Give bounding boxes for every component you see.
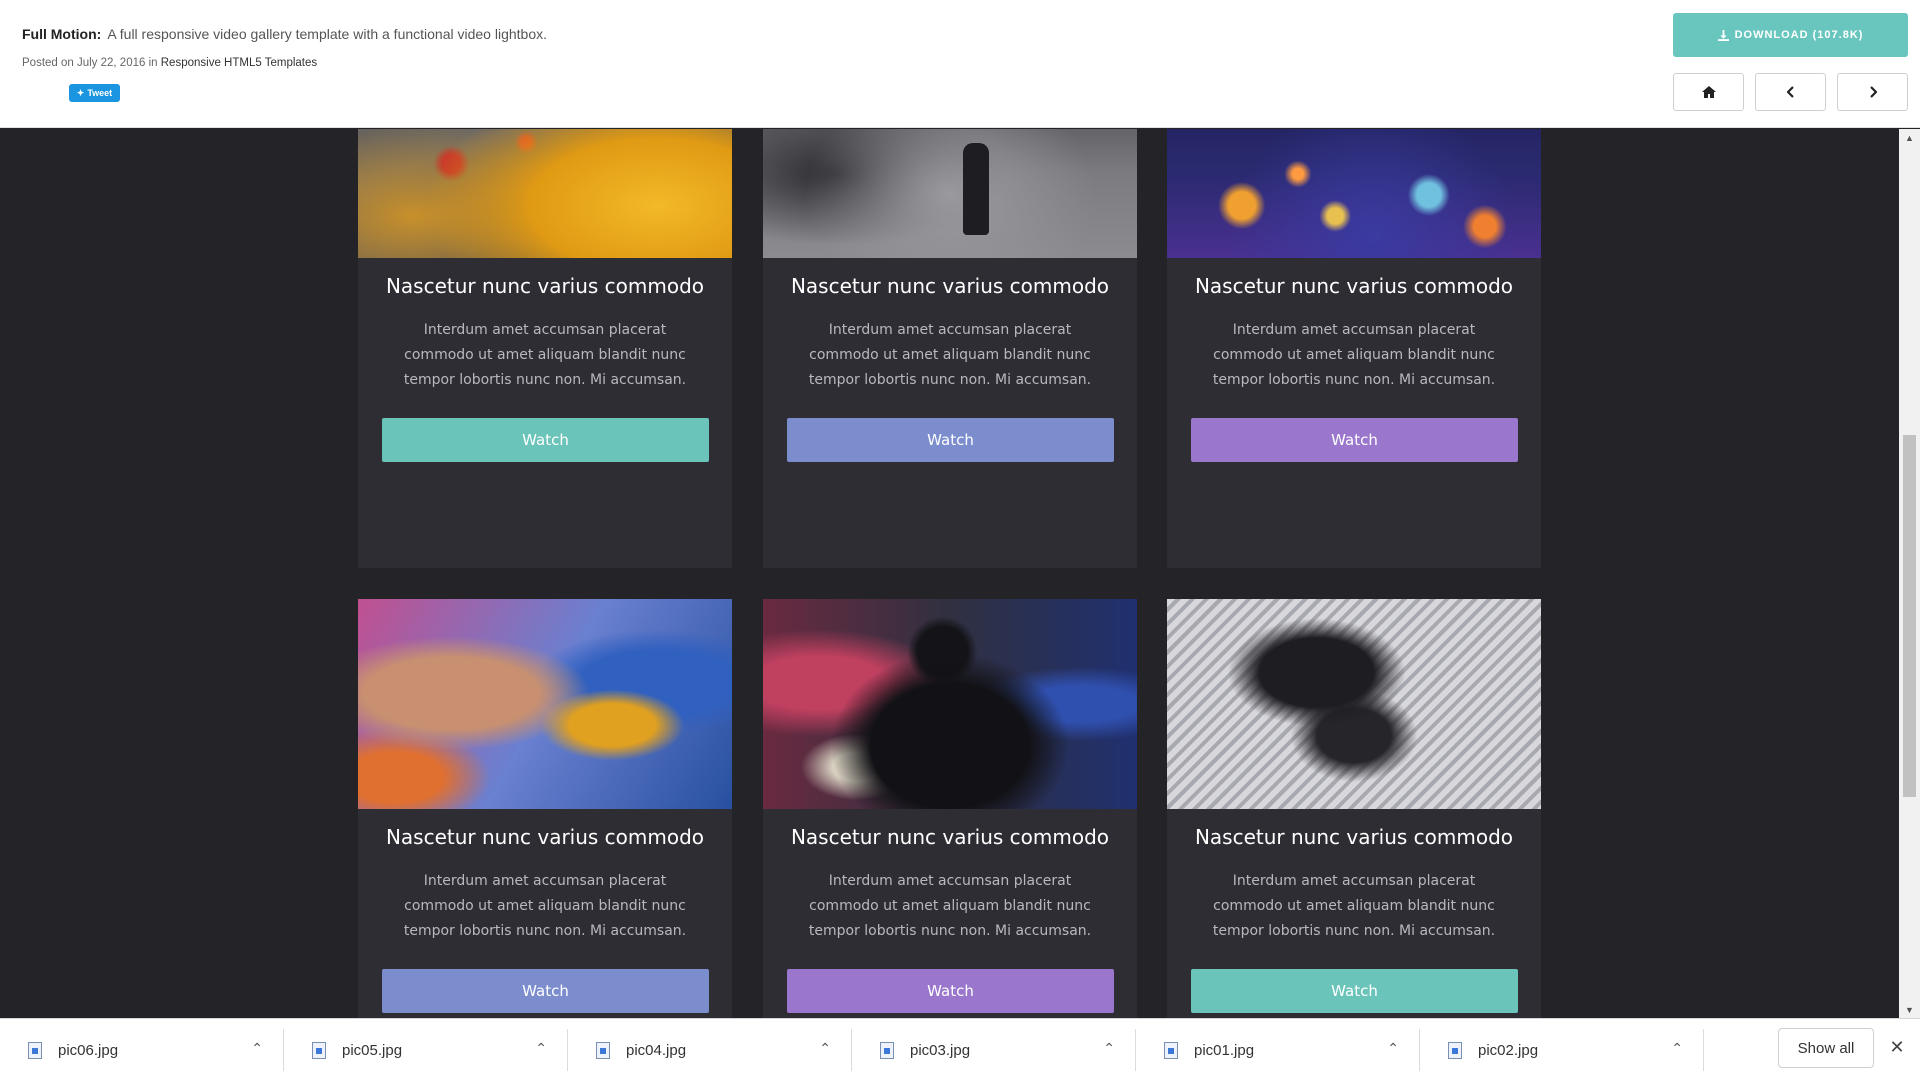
watch-button[interactable]: Watch (787, 418, 1114, 462)
gallery-card: Nascetur nunc varius commodo Interdum am… (358, 599, 732, 1018)
download-label: DOWNLOAD (107.8K) (1734, 29, 1864, 41)
card-title: Nascetur nunc varius commodo (385, 825, 705, 849)
image-file-icon (880, 1041, 894, 1059)
card-title: Nascetur nunc varius commodo (1194, 274, 1514, 298)
scrollbar-thumb[interactable] (1903, 435, 1916, 797)
card-title: Nascetur nunc varius commodo (1194, 825, 1514, 849)
download-filename: pic04.jpg (626, 1041, 687, 1059)
card-description: Interdum amet accumsan placerat commodo … (1212, 873, 1496, 939)
tweet-button[interactable]: ✦ Tweet (69, 84, 120, 102)
card-description: Interdum amet accumsan placerat commodo … (808, 322, 1092, 388)
gallery-card: Nascetur nunc varius commodo Interdum am… (763, 599, 1137, 1018)
video-thumbnail[interactable] (1167, 129, 1541, 258)
chevron-up-icon[interactable]: ⌃ (251, 1040, 263, 1057)
chevron-up-icon[interactable]: ⌃ (1671, 1040, 1683, 1057)
download-item[interactable]: pic05.jpg ⌃ (284, 1029, 568, 1071)
previous-button[interactable] (1755, 73, 1826, 111)
image-file-icon (312, 1041, 326, 1059)
close-icon[interactable]: ✕ (1885, 1035, 1909, 1059)
scroll-down-arrow-icon[interactable]: ▼ (1899, 1001, 1920, 1018)
twitter-bird-icon: ✦ (76, 87, 85, 98)
chevron-up-icon[interactable]: ⌃ (535, 1040, 547, 1057)
download-filename: pic03.jpg (910, 1041, 971, 1059)
show-all-button[interactable]: Show all (1778, 1028, 1874, 1068)
download-item[interactable]: pic04.jpg ⌃ (568, 1029, 852, 1071)
watch-button[interactable]: Watch (787, 969, 1114, 1013)
scroll-up-arrow-icon[interactable]: ▲ (1899, 129, 1920, 146)
download-shelf: pic06.jpg ⌃ pic05.jpg ⌃ pic04.jpg ⌃ pic0… (0, 1018, 1920, 1080)
download-filename: pic02.jpg (1478, 1041, 1539, 1059)
home-icon (1701, 86, 1716, 98)
posted-date: Posted on July 22, 2016 in (22, 57, 158, 69)
download-filename: pic06.jpg (58, 1041, 119, 1059)
image-file-icon (1164, 1041, 1178, 1059)
card-description: Interdum amet accumsan placerat commodo … (403, 873, 687, 939)
card-description: Interdum amet accumsan placerat commodo … (808, 873, 1092, 939)
watch-button[interactable]: Watch (382, 418, 709, 462)
video-thumbnail[interactable] (763, 129, 1137, 258)
template-header: Full Motion: A full responsive video gall… (0, 0, 1920, 128)
watch-button[interactable]: Watch (1191, 969, 1518, 1013)
image-file-icon (28, 1041, 42, 1059)
image-file-icon (596, 1041, 610, 1059)
watch-button[interactable]: Watch (1191, 418, 1518, 462)
chevron-right-icon (1869, 86, 1877, 98)
watch-button[interactable]: Watch (382, 969, 709, 1013)
template-title: Full Motion: A full responsive video gall… (22, 26, 547, 42)
card-title: Nascetur nunc varius commodo (385, 274, 705, 298)
next-button[interactable] (1837, 73, 1908, 111)
page-scrollbar[interactable]: ▲ ▼ (1899, 129, 1920, 1018)
chevron-left-icon (1786, 86, 1794, 98)
download-item[interactable]: pic02.jpg ⌃ (1420, 1029, 1704, 1071)
chevron-up-icon[interactable]: ⌃ (819, 1040, 831, 1057)
video-thumbnail[interactable] (763, 599, 1137, 809)
download-filename: pic01.jpg (1194, 1041, 1255, 1059)
image-file-icon (1448, 1041, 1462, 1059)
download-item[interactable]: pic03.jpg ⌃ (852, 1029, 1136, 1071)
gallery-card: Nascetur nunc varius commodo Interdum am… (763, 129, 1137, 568)
video-thumbnail[interactable] (358, 599, 732, 809)
gallery-card: Nascetur nunc varius commodo Interdum am… (1167, 129, 1541, 568)
download-item[interactable]: pic06.jpg ⌃ (0, 1029, 284, 1071)
category-link[interactable]: Responsive HTML5 Templates (161, 57, 317, 69)
home-button[interactable] (1673, 73, 1744, 111)
tweet-label: Tweet (87, 88, 113, 98)
download-filename: pic05.jpg (342, 1041, 403, 1059)
card-title: Nascetur nunc varius commodo (790, 825, 1110, 849)
download-button[interactable]: DOWNLOAD (107.8K) (1673, 13, 1908, 57)
card-title: Nascetur nunc varius commodo (790, 274, 1110, 298)
chevron-up-icon[interactable]: ⌃ (1387, 1040, 1399, 1057)
chevron-up-icon[interactable]: ⌃ (1103, 1040, 1115, 1057)
video-gallery: Nascetur nunc varius commodo Interdum am… (0, 129, 1899, 1018)
video-thumbnail[interactable] (1167, 599, 1541, 809)
card-description: Interdum amet accumsan placerat commodo … (1212, 322, 1496, 388)
video-thumbnail[interactable] (358, 129, 732, 258)
posted-info: Posted on July 22, 2016 in Responsive HT… (22, 57, 317, 69)
gallery-card: Nascetur nunc varius commodo Interdum am… (1167, 599, 1541, 1018)
product-name: Full Motion: (22, 26, 102, 42)
gallery-card: Nascetur nunc varius commodo Interdum am… (358, 129, 732, 568)
card-description: Interdum amet accumsan placerat commodo … (403, 322, 687, 388)
product-description: A full responsive video gallery template… (107, 26, 548, 42)
download-item[interactable]: pic01.jpg ⌃ (1136, 1029, 1420, 1071)
download-icon (1717, 29, 1729, 41)
